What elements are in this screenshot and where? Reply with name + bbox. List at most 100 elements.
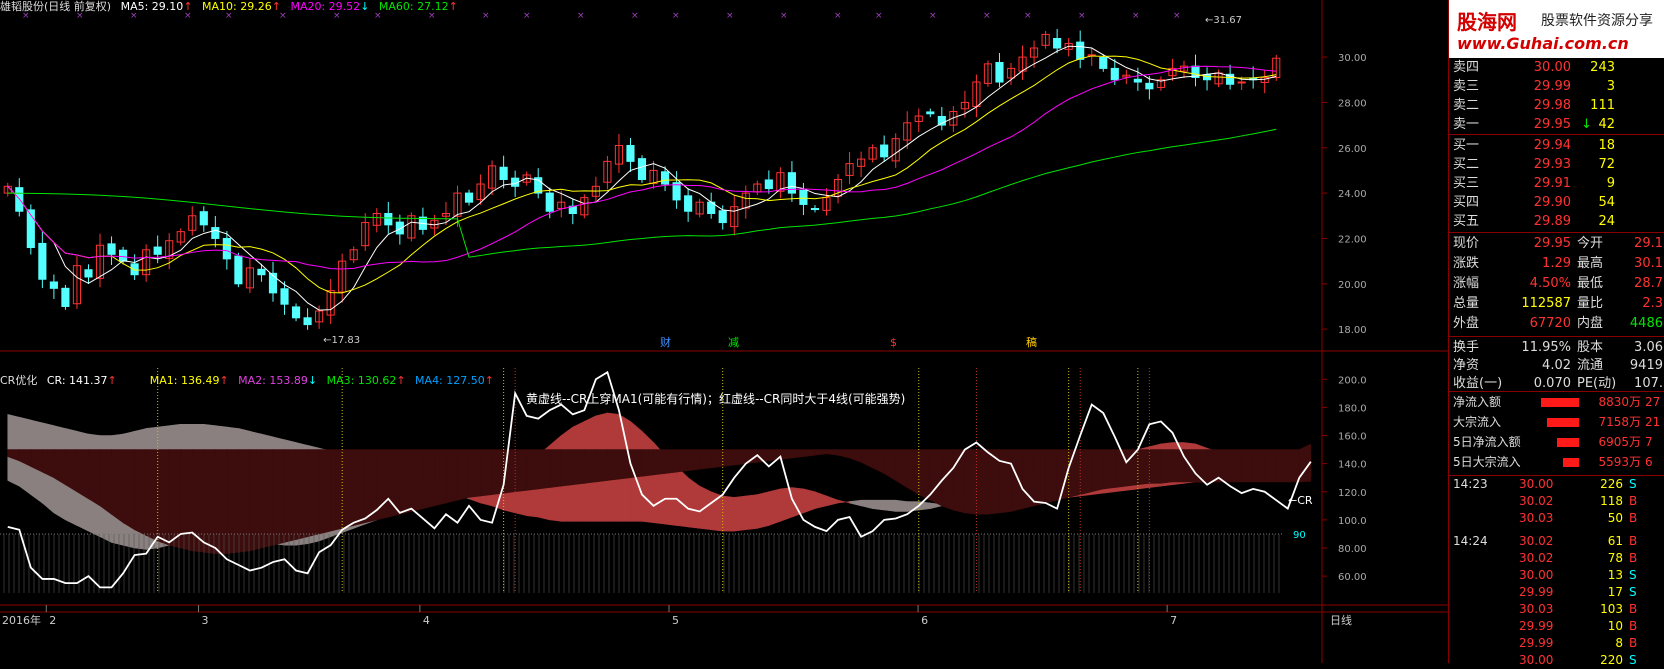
logo-sub: 股票软件资源分享 — [1541, 13, 1653, 29]
tick-price: 30.03 — [1519, 602, 1554, 616]
ask-row[interactable]: 卖四 30.00 243 — [1449, 58, 1664, 77]
stock-title[interactable]: 雄韬股份(日线 前复权) — [0, 0, 111, 13]
indicator-name[interactable]: CR优化 — [0, 374, 37, 387]
candle-down — [1110, 67, 1119, 81]
ribbon-ma4-ma2 — [699, 449, 712, 470]
low-label: ←17.83 — [323, 335, 360, 346]
ask-label: 卖四 — [1453, 60, 1480, 75]
ribbon-ma3-ma1 — [710, 491, 724, 532]
stat-value-2: 29.1 — [1634, 236, 1663, 251]
tick-price: 29.99 — [1519, 636, 1554, 650]
tick-price: 30.00 — [1519, 653, 1554, 667]
ask-row[interactable]: 卖一 29.95 42 ↓ — [1449, 115, 1664, 134]
ask-price: 29.98 — [1533, 98, 1571, 113]
tick-direction: B — [1629, 636, 1638, 650]
ribbon-ma4-ma2 — [1091, 449, 1104, 493]
candle-down — [199, 211, 208, 226]
stat-value: 29.95 — [1533, 236, 1571, 251]
ribbon-ma3-ma1 — [687, 477, 700, 529]
ribbon-ma4-ma2 — [826, 449, 839, 456]
month-label: 6 — [921, 614, 928, 627]
candle-down — [810, 208, 820, 211]
ribbon-ma3-ma1 — [768, 488, 781, 526]
bid-row[interactable]: 买二 29.93 72 — [1449, 155, 1664, 174]
candle-up — [1237, 81, 1246, 84]
ribbon-ma4-ma2 — [849, 449, 862, 463]
ribbon-ma4-ma2 — [1114, 449, 1127, 488]
ribbon-ma3-ma1 — [676, 465, 689, 528]
tick-volume: 226 — [1600, 477, 1623, 491]
ribbon-ma3-ma1 — [872, 499, 885, 511]
site-logo: 股海网 股票软件资源分享 www.Guhai.com.cn — [1449, 0, 1664, 58]
ribbon-ma4-ma2 — [999, 449, 1012, 514]
ask-volume: 243 — [1590, 60, 1615, 75]
stat2-value-2: 3.06 — [1634, 340, 1663, 355]
signal-dot: × — [1173, 11, 1181, 21]
ribbon-ma4-ma2 — [607, 449, 620, 481]
high-label: ←31.67 — [1205, 15, 1242, 26]
ribbon-ma4-ma2 — [1252, 449, 1266, 483]
ribbon-ma4-ma2 — [341, 449, 355, 529]
tick-time: 14:23 — [1453, 477, 1488, 491]
stat2-label-2: 股本 — [1577, 340, 1604, 355]
bid-price: 29.90 — [1533, 195, 1571, 210]
bid-volume: 9 — [1606, 176, 1615, 191]
bid-label: 买三 — [1453, 176, 1480, 191]
ribbon-ma4-ma2 — [572, 449, 585, 486]
ribbon-ma4-ma2 — [422, 449, 435, 510]
ribbon-ma4-ma2 — [595, 449, 608, 483]
ribbon-ma4-ma2 — [1068, 449, 1081, 498]
ma60-label: MA60: 27.12 — [378, 0, 449, 13]
tick-volume: 78 — [1607, 551, 1623, 565]
bid-row[interactable]: 买三 29.91 9 — [1449, 174, 1664, 193]
ribbon-ma4-ma2 — [399, 449, 412, 515]
ma20-label: MA20: 29.52 — [290, 0, 361, 13]
down-arrow-icon: ↓ — [1581, 117, 1592, 132]
tick-volume: 8 — [1615, 636, 1623, 650]
ribbon-ma4-ma2 — [964, 449, 977, 515]
bid-row[interactable]: 买一 29.94 18 — [1449, 136, 1664, 155]
stat-value-2: 28.7 — [1634, 276, 1663, 291]
ribbon-ma3-ma1 — [860, 499, 873, 510]
ribbon-ma4-ma2 — [1264, 449, 1277, 483]
bid-row[interactable]: 买五 29.89 24 — [1449, 212, 1664, 231]
stat-row: 总量 112587 量比 2.3 — [1449, 294, 1664, 313]
ma3-label: MA3: 130.62 — [326, 374, 397, 387]
ribbon-ma4-ma2 — [918, 449, 931, 501]
candle-down — [995, 62, 1004, 83]
month-label: 4 — [423, 614, 430, 627]
ma1-label: MA1: 136.49 — [149, 374, 220, 387]
month-label: 7 — [1170, 614, 1177, 627]
price-tick-label: 30.00 — [1338, 53, 1367, 64]
ribbon-ma4-ma2 — [1206, 449, 1219, 483]
ribbon-ma4-ma2 — [284, 449, 297, 543]
bid-row[interactable]: 买四 29.90 54 — [1449, 193, 1664, 212]
candle-down — [660, 171, 670, 185]
candlesticks — [3, 28, 1281, 330]
tick-row: 30.00 13 S — [1449, 567, 1664, 584]
ma5-label: MA5: 29.10 — [120, 0, 184, 13]
candle-down — [1099, 57, 1108, 69]
ask-row[interactable]: 卖二 29.98 111 — [1449, 96, 1664, 115]
candle-down — [384, 213, 393, 226]
price-tick-label: 18.00 — [1338, 325, 1367, 336]
candle-down — [499, 166, 508, 181]
stat2-value-2: 9419 — [1629, 358, 1663, 373]
candle-down — [257, 268, 266, 276]
tick-row: 30.00 220 S — [1449, 652, 1664, 669]
bid-label: 买二 — [1453, 157, 1480, 172]
stat-label: 涨跌 — [1453, 256, 1480, 271]
ribbon-ma4-ma2 — [676, 449, 689, 473]
annotations: ←31.67←17.83 财减 $ 稿× × × × × × × × × × × × × × × × × × × × × × × × — [22, 11, 1242, 349]
ask-label: 卖三 — [1453, 79, 1480, 94]
stat-value: 67720 — [1529, 316, 1571, 331]
period-label: 日线 — [1330, 613, 1352, 627]
tick-row: 30.03 50 B — [1449, 510, 1664, 527]
ask-row[interactable]: 卖三 29.99 3 — [1449, 77, 1664, 96]
ribbon-ma4-ma2 — [514, 449, 527, 493]
candle-down — [61, 287, 70, 307]
flow-label: 5日净流入额 — [1453, 435, 1521, 449]
candle-down — [799, 189, 808, 205]
ribbon-ma4-ma2 — [134, 449, 147, 536]
bid-volume: 72 — [1598, 157, 1615, 172]
